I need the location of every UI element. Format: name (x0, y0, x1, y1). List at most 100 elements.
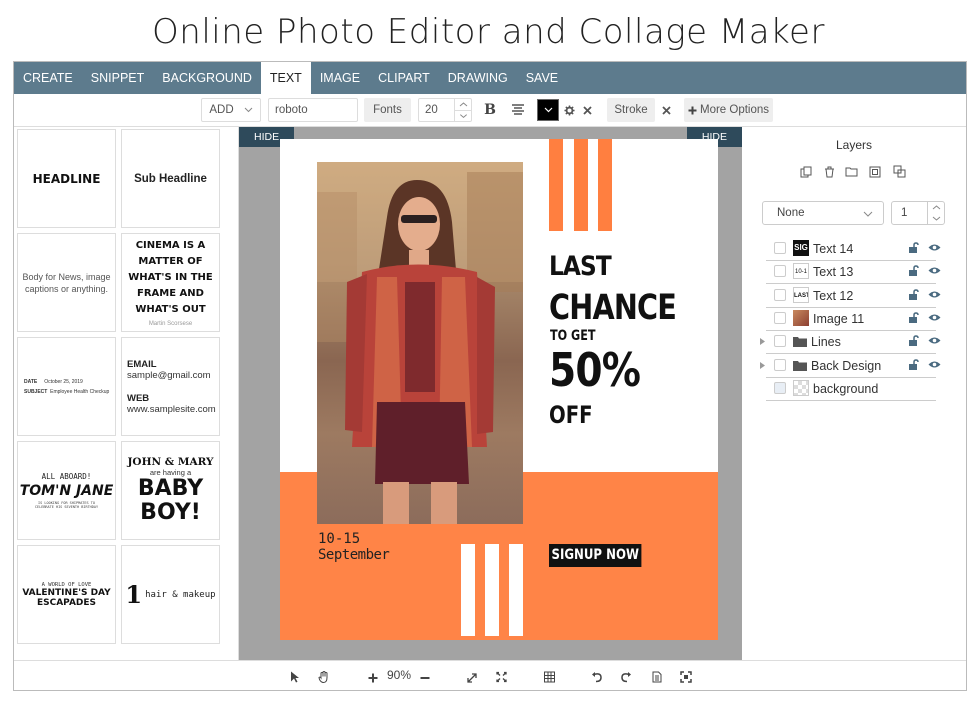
menu-create[interactable]: CREATE (14, 62, 82, 94)
fit-screen-icon[interactable] (467, 670, 477, 686)
stepper-up-icon[interactable] (928, 202, 945, 213)
eye-icon[interactable] (928, 336, 941, 345)
layer-row-image-11[interactable]: Image 11 (766, 309, 941, 331)
layer-checkbox[interactable] (774, 289, 786, 301)
unlock-icon[interactable] (908, 242, 919, 253)
headline-last[interactable]: LAST (549, 251, 612, 282)
gear-button[interactable] (562, 98, 576, 122)
ungroup-icon[interactable] (893, 165, 907, 178)
menu-background[interactable]: BACKGROUND (153, 62, 261, 94)
font-input[interactable]: roboto (268, 98, 358, 122)
expand-caret-icon[interactable] (760, 338, 765, 345)
unlock-icon[interactable] (908, 265, 919, 276)
folder-icon[interactable] (845, 166, 858, 177)
unlock-icon[interactable] (908, 312, 919, 323)
opacity-arrows[interactable] (927, 202, 944, 224)
layer-checkbox[interactable] (774, 312, 786, 324)
align-button[interactable] (508, 98, 528, 122)
template-quote-line: CINEMA IS A (135, 240, 206, 251)
top-orange-bar (574, 139, 588, 231)
template-headline[interactable]: HEADLINE (17, 129, 116, 228)
layer-checkbox[interactable] (774, 335, 786, 347)
zoom-in-icon[interactable] (368, 670, 378, 686)
menu-text[interactable]: TEXT (260, 62, 311, 94)
layer-checkbox[interactable] (774, 359, 786, 371)
eye-icon[interactable] (928, 313, 941, 322)
layer-checkbox[interactable] (774, 265, 786, 277)
layer-row-back-design[interactable]: Back Design (760, 356, 941, 378)
stroke-label: Stroke (614, 104, 648, 116)
fonts-button[interactable]: Fonts (364, 98, 411, 122)
percent-text[interactable]: 50% (549, 343, 641, 397)
signup-label[interactable]: SIGNUP NOW (549, 544, 642, 567)
layer-row-text-12[interactable]: LAST Text 12 (766, 286, 941, 308)
eye-icon[interactable] (928, 290, 941, 299)
template-memo[interactable]: DATE October 25, 2019 SUBJECT Employee H… (17, 337, 116, 436)
off-text[interactable]: OFF (549, 401, 593, 429)
redo-icon[interactable] (620, 669, 632, 685)
grid-icon[interactable] (544, 669, 555, 685)
font-size-stepper[interactable]: 20 (418, 98, 472, 122)
blend-mode-select[interactable]: None (762, 201, 884, 225)
stroke-clear-button[interactable] (658, 98, 674, 122)
hand-icon[interactable] (318, 669, 330, 685)
fullscreen-icon[interactable] (496, 669, 507, 685)
clear-color-button[interactable] (580, 98, 594, 122)
undo-icon[interactable] (591, 669, 603, 685)
template-contact[interactable]: EMAIL sample@gmail.com WEB www.samplesit… (121, 337, 220, 436)
template-hair[interactable]: 1 hair & makeup (121, 545, 220, 644)
add-dropdown[interactable]: ADD (201, 98, 261, 122)
unlock-icon[interactable] (908, 289, 919, 300)
stepper-arrows[interactable] (454, 99, 472, 121)
design-canvas[interactable]: LAST CHANCE TO GET 50% OFF 10-15 Septemb… (280, 139, 718, 640)
eye-icon[interactable] (928, 266, 941, 275)
baby-big2: BOY! (140, 500, 201, 525)
blend-mode-value: None (777, 207, 805, 219)
template-quote[interactable]: CINEMA IS A MATTER OF WHAT'S IN THE FRAM… (121, 233, 220, 332)
to-get-text[interactable]: TO GET (550, 328, 596, 344)
menu-save[interactable]: SAVE (517, 62, 567, 94)
template-valentine[interactable]: A WORLD OF LOVE VALENTINE'S DAY ESCAPADE… (17, 545, 116, 644)
add-label: ADD (209, 104, 234, 116)
menu-drawing[interactable]: DRAWING (439, 62, 517, 94)
color-picker[interactable] (537, 99, 559, 121)
layer-checkbox[interactable] (774, 242, 786, 254)
layer-row-background[interactable]: background (766, 379, 936, 401)
template-body[interactable]: Body for News, image captions or anythin… (17, 233, 116, 332)
photo-image[interactable] (317, 162, 523, 524)
bold-button[interactable]: B (480, 98, 500, 122)
layer-checkbox[interactable] (774, 382, 786, 394)
expand-caret-icon[interactable] (760, 362, 765, 369)
duplicate-icon[interactable] (800, 166, 812, 178)
layer-row-text-14[interactable]: SIG Text 14 (766, 239, 941, 261)
document-icon[interactable] (652, 669, 662, 685)
layer-name: Lines (811, 335, 841, 349)
stepper-down-icon[interactable] (928, 213, 945, 224)
trash-icon[interactable] (824, 166, 835, 178)
screenshot-icon[interactable] (680, 669, 692, 685)
month-text[interactable]: September (318, 547, 390, 563)
eye-icon[interactable] (928, 243, 941, 252)
layer-row-text-13[interactable]: 10-1 Text 13 (766, 262, 941, 284)
template-baby[interactable]: JOHN & MARY are having a BABY BOY! (121, 441, 220, 540)
layer-row-lines[interactable]: Lines (760, 332, 941, 354)
image-thumbnail (793, 310, 809, 326)
zoom-out-icon[interactable] (420, 670, 430, 686)
headline-chance[interactable]: CHANCE (549, 288, 677, 328)
opacity-stepper[interactable]: 1 (891, 201, 945, 225)
eye-icon[interactable] (928, 360, 941, 369)
group-icon[interactable] (869, 166, 881, 178)
menu-clipart[interactable]: CLIPART (369, 62, 439, 94)
menu-image[interactable]: IMAGE (311, 62, 369, 94)
menu-snippet[interactable]: SNIPPET (82, 62, 154, 94)
more-options-button[interactable]: More Options (684, 98, 773, 122)
template-sub-headline[interactable]: Sub Headline (121, 129, 220, 228)
unlock-icon[interactable] (908, 359, 919, 370)
pointer-icon[interactable] (290, 669, 300, 685)
template-aboard[interactable]: ALL ABOARD! TOM'N JANE IS LOOKING FOR SH… (17, 441, 116, 540)
stepper-up-icon[interactable] (455, 99, 472, 110)
unlock-icon[interactable] (908, 335, 919, 346)
stepper-down-icon[interactable] (455, 110, 472, 121)
dates-text[interactable]: 10-15 (318, 531, 360, 547)
stroke-button[interactable]: Stroke (607, 98, 655, 122)
